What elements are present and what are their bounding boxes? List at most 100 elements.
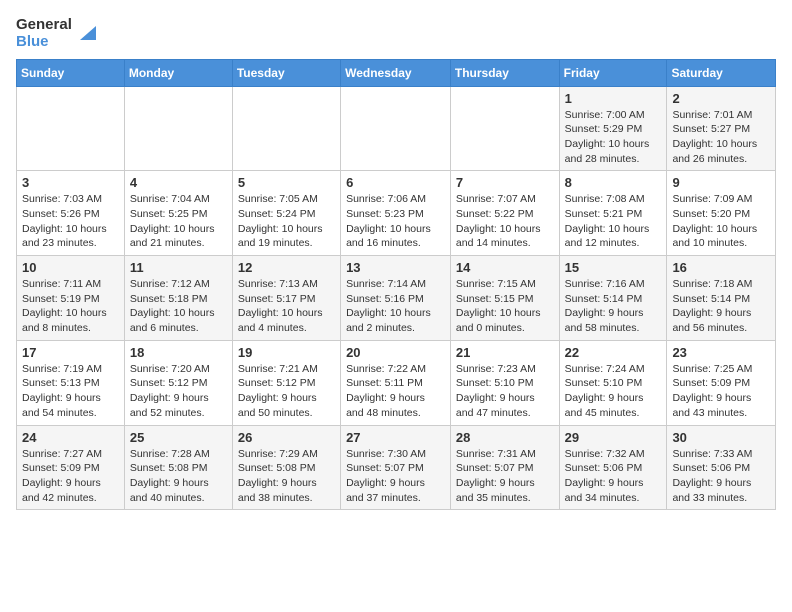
day-info: Sunrise: 7:00 AMSunset: 5:29 PMDaylight:… <box>565 108 662 167</box>
day-number: 6 <box>346 175 445 190</box>
day-number: 18 <box>130 345 227 360</box>
day-info: Sunrise: 7:18 AMSunset: 5:14 PMDaylight:… <box>672 277 770 336</box>
day-cell: 23 Sunrise: 7:25 AMSunset: 5:09 PMDayligh… <box>667 340 776 425</box>
day-number: 26 <box>238 430 335 445</box>
day-cell: 30Sunrise: 7:33 AMSunset: 5:06 PMDayligh… <box>667 425 776 510</box>
day-number: 8 <box>565 175 662 190</box>
header-wednesday: Wednesday <box>341 59 451 86</box>
day-number: 5 <box>238 175 335 190</box>
day-number: 22 <box>565 345 662 360</box>
day-info: Sunrise: 7:09 AMSunset: 5:20 PMDaylight:… <box>672 192 770 251</box>
day-cell: 5 Sunrise: 7:05 AMSunset: 5:24 PMDaylight… <box>232 171 340 256</box>
week-row-2: 3Sunrise: 7:03 AMSunset: 5:26 PMDaylight… <box>17 171 776 256</box>
day-info: Sunrise: 7:08 AMSunset: 5:21 PMDaylight:… <box>565 192 662 251</box>
day-info: Sunrise: 7:03 AMSunset: 5:26 PMDaylight:… <box>22 192 119 251</box>
header-monday: Monday <box>124 59 232 86</box>
logo-arrows <box>80 26 96 40</box>
day-cell: 26 Sunrise: 7:29 AMSunset: 5:08 PMDayligh… <box>232 425 340 510</box>
day-cell: 10 Sunrise: 7:11 AMSunset: 5:19 PMDayligh… <box>17 256 125 341</box>
week-row-1: 1 Sunrise: 7:00 AMSunset: 5:29 PMDaylight… <box>17 86 776 171</box>
day-number: 23 <box>672 345 770 360</box>
day-cell: 11Sunrise: 7:12 AMSunset: 5:18 PMDayligh… <box>124 256 232 341</box>
day-info: Sunrise: 7:33 AMSunset: 5:06 PMDaylight:… <box>672 447 770 506</box>
header-saturday: Saturday <box>667 59 776 86</box>
day-cell: 18 Sunrise: 7:20 AMSunset: 5:12 PMDayligh… <box>124 340 232 425</box>
week-row-5: 24 Sunrise: 7:27 AMSunset: 5:09 PMDayligh… <box>17 425 776 510</box>
week-row-3: 10 Sunrise: 7:11 AMSunset: 5:19 PMDayligh… <box>17 256 776 341</box>
day-cell: 19 Sunrise: 7:21 AMSunset: 5:12 PMDayligh… <box>232 340 340 425</box>
day-number: 10 <box>22 260 119 275</box>
day-number: 16 <box>672 260 770 275</box>
day-info: Sunrise: 7:22 AMSunset: 5:11 PMDaylight:… <box>346 362 445 421</box>
day-cell: 16 Sunrise: 7:18 AMSunset: 5:14 PMDayligh… <box>667 256 776 341</box>
day-info: Sunrise: 7:16 AMSunset: 5:14 PMDaylight:… <box>565 277 662 336</box>
day-number: 24 <box>22 430 119 445</box>
day-number: 9 <box>672 175 770 190</box>
day-cell: 13Sunrise: 7:14 AMSunset: 5:16 PMDayligh… <box>341 256 451 341</box>
day-info: Sunrise: 7:06 AMSunset: 5:23 PMDaylight:… <box>346 192 445 251</box>
day-cell: 9 Sunrise: 7:09 AMSunset: 5:20 PMDaylight… <box>667 171 776 256</box>
logo-arrow-icon <box>80 26 96 40</box>
day-cell: 4 Sunrise: 7:04 AMSunset: 5:25 PMDaylight… <box>124 171 232 256</box>
day-number: 1 <box>565 91 662 106</box>
day-cell <box>450 86 559 171</box>
day-cell: 25 Sunrise: 7:28 AMSunset: 5:08 PMDayligh… <box>124 425 232 510</box>
day-info: Sunrise: 7:28 AMSunset: 5:08 PMDaylight:… <box>130 447 227 506</box>
day-cell: 20Sunrise: 7:22 AMSunset: 5:11 PMDayligh… <box>341 340 451 425</box>
day-number: 4 <box>130 175 227 190</box>
page-header: General Blue <box>16 16 776 51</box>
day-number: 14 <box>456 260 554 275</box>
day-info: Sunrise: 7:07 AMSunset: 5:22 PMDaylight:… <box>456 192 554 251</box>
day-cell: 7 Sunrise: 7:07 AMSunset: 5:22 PMDaylight… <box>450 171 559 256</box>
day-info: Sunrise: 7:31 AMSunset: 5:07 PMDaylight:… <box>456 447 554 506</box>
day-info: Sunrise: 7:30 AMSunset: 5:07 PMDaylight:… <box>346 447 445 506</box>
day-info: Sunrise: 7:32 AMSunset: 5:06 PMDaylight:… <box>565 447 662 506</box>
day-info: Sunrise: 7:11 AMSunset: 5:19 PMDaylight:… <box>22 277 119 336</box>
day-cell: 15 Sunrise: 7:16 AMSunset: 5:14 PMDayligh… <box>559 256 667 341</box>
day-info: Sunrise: 7:21 AMSunset: 5:12 PMDaylight:… <box>238 362 335 421</box>
day-info: Sunrise: 7:04 AMSunset: 5:25 PMDaylight:… <box>130 192 227 251</box>
day-info: Sunrise: 7:15 AMSunset: 5:15 PMDaylight:… <box>456 277 554 336</box>
logo-general: General <box>16 16 72 33</box>
day-cell: 6 Sunrise: 7:06 AMSunset: 5:23 PMDaylight… <box>341 171 451 256</box>
day-number: 2 <box>672 91 770 106</box>
day-cell <box>17 86 125 171</box>
day-info: Sunrise: 7:29 AMSunset: 5:08 PMDaylight:… <box>238 447 335 506</box>
day-info: Sunrise: 7:27 AMSunset: 5:09 PMDaylight:… <box>22 447 119 506</box>
day-info: Sunrise: 7:25 AMSunset: 5:09 PMDaylight:… <box>672 362 770 421</box>
day-cell <box>341 86 451 171</box>
day-cell: 22Sunrise: 7:24 AMSunset: 5:10 PMDayligh… <box>559 340 667 425</box>
day-cell: 28 Sunrise: 7:31 AMSunset: 5:07 PMDayligh… <box>450 425 559 510</box>
day-info: Sunrise: 7:01 AMSunset: 5:27 PMDaylight:… <box>672 108 770 167</box>
day-cell: 12 Sunrise: 7:13 AMSunset: 5:17 PMDayligh… <box>232 256 340 341</box>
day-cell <box>124 86 232 171</box>
day-cell: 2 Sunrise: 7:01 AMSunset: 5:27 PMDaylight… <box>667 86 776 171</box>
day-number: 11 <box>130 260 227 275</box>
day-info: Sunrise: 7:20 AMSunset: 5:12 PMDaylight:… <box>130 362 227 421</box>
day-number: 25 <box>130 430 227 445</box>
day-info: Sunrise: 7:05 AMSunset: 5:24 PMDaylight:… <box>238 192 335 251</box>
day-cell: 17 Sunrise: 7:19 AMSunset: 5:13 PMDayligh… <box>17 340 125 425</box>
day-number: 28 <box>456 430 554 445</box>
day-info: Sunrise: 7:13 AMSunset: 5:17 PMDaylight:… <box>238 277 335 336</box>
header-tuesday: Tuesday <box>232 59 340 86</box>
day-cell: 3Sunrise: 7:03 AMSunset: 5:26 PMDaylight… <box>17 171 125 256</box>
day-number: 13 <box>346 260 445 275</box>
day-number: 17 <box>22 345 119 360</box>
logo-blue: Blue <box>16 33 72 50</box>
day-cell: 8 Sunrise: 7:08 AMSunset: 5:21 PMDaylight… <box>559 171 667 256</box>
day-cell: 14 Sunrise: 7:15 AMSunset: 5:15 PMDayligh… <box>450 256 559 341</box>
day-info: Sunrise: 7:19 AMSunset: 5:13 PMDaylight:… <box>22 362 119 421</box>
day-number: 29 <box>565 430 662 445</box>
day-cell: 21Sunrise: 7:23 AMSunset: 5:10 PMDayligh… <box>450 340 559 425</box>
day-number: 12 <box>238 260 335 275</box>
day-number: 15 <box>565 260 662 275</box>
calendar-table: SundayMondayTuesdayWednesdayThursdayFrid… <box>16 59 776 511</box>
day-number: 7 <box>456 175 554 190</box>
logo-box: General Blue <box>16 16 96 51</box>
logo: General Blue <box>16 16 96 51</box>
week-row-4: 17 Sunrise: 7:19 AMSunset: 5:13 PMDayligh… <box>17 340 776 425</box>
day-number: 19 <box>238 345 335 360</box>
day-cell: 1 Sunrise: 7:00 AMSunset: 5:29 PMDaylight… <box>559 86 667 171</box>
day-cell: 29 Sunrise: 7:32 AMSunset: 5:06 PMDayligh… <box>559 425 667 510</box>
